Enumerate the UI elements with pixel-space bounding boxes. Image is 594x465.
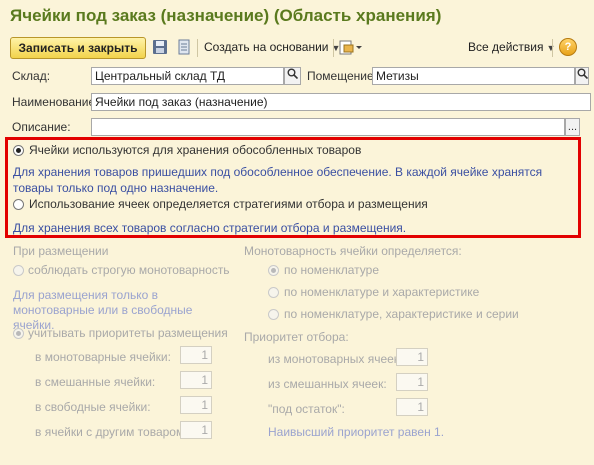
consider-priorities-radio[interactable]: [13, 328, 24, 339]
usage-option2-hint: Для хранения всех товаров согласно страт…: [13, 221, 407, 235]
monotony-opt2-label[interactable]: по номенклатуре и характеристике: [284, 285, 479, 299]
placement-mono-input[interactable]: 1: [180, 346, 212, 364]
create-based-on-label: Создать на основании: [204, 40, 329, 54]
document-list-icon[interactable]: [176, 39, 192, 55]
all-actions-menu[interactable]: Все действия ▼: [468, 40, 555, 54]
monotony-opt1-radio[interactable]: [268, 265, 279, 276]
placement-other-input[interactable]: 1: [180, 421, 212, 439]
picking-mono-label: из монотоварных ячеек:: [268, 352, 403, 366]
name-label: Наименование:: [12, 95, 99, 109]
warehouse-field[interactable]: Центральный склад ТД: [91, 67, 284, 85]
monotony-opt3-label[interactable]: по номенклатуре, характеристике и серии: [284, 307, 519, 321]
picking-remainder-input[interactable]: 1: [396, 398, 428, 416]
description-select-button[interactable]: ...: [565, 118, 580, 136]
help-button[interactable]: ?: [559, 38, 577, 56]
placement-header: При размещении: [13, 244, 109, 258]
strict-monotony-radio[interactable]: [13, 265, 24, 276]
picking-mono-input[interactable]: 1: [396, 348, 428, 366]
usage-option1-hint: Для хранения товаров пришедших под обосо…: [13, 165, 543, 195]
monotony-opt3-radio[interactable]: [268, 309, 279, 320]
usage-option2-radio[interactable]: [13, 199, 24, 210]
chevron-down-icon: ▼: [546, 43, 556, 53]
usage-option2-label[interactable]: Использование ячеек определяется стратег…: [29, 197, 428, 211]
save-icon[interactable]: [152, 39, 168, 55]
room-search-button[interactable]: [575, 67, 589, 85]
placement-mixed-label: в смешанные ячейки:: [35, 375, 156, 389]
picking-header: Приоритет отбора:: [244, 330, 349, 344]
monotony-opt2-radio[interactable]: [268, 287, 279, 298]
window-title: Ячейки под заказ (назначение) (Область х…: [10, 6, 442, 25]
picking-mixed-input[interactable]: 1: [396, 373, 428, 391]
warehouse-search-button[interactable]: [284, 67, 301, 85]
placement-free-input[interactable]: 1: [180, 396, 212, 414]
placement-mixed-input[interactable]: 1: [180, 371, 212, 389]
placement-free-label: в свободные ячейки:: [35, 400, 151, 414]
usage-option1-label[interactable]: Ячейки используются для хранения обособл…: [29, 143, 361, 157]
description-label: Описание:: [12, 120, 71, 134]
consider-priorities-label[interactable]: учитывать приоритеты размещения: [28, 326, 228, 340]
description-field[interactable]: [91, 118, 565, 136]
name-field[interactable]: Ячейки под заказ (назначение): [91, 93, 591, 111]
monotony-header: Монотоварность ячейки определяется:: [244, 244, 462, 258]
picking-remainder-label: "под остаток":: [268, 402, 345, 416]
warehouse-label: Склад:: [12, 69, 51, 83]
room-label: Помещение:: [307, 69, 377, 83]
monotony-opt1-label[interactable]: по номенклатуре: [284, 263, 379, 277]
usage-option1-radio[interactable]: [13, 145, 24, 156]
picking-hint: Наивысший приоритет равен 1.: [268, 425, 445, 439]
toolbar: Записать и закрыть Создать на основании ▼…: [0, 36, 594, 60]
save-and-close-button[interactable]: Записать и закрыть: [10, 37, 146, 59]
magnifier-icon: [287, 68, 299, 80]
picking-mixed-label: из смешанных ячеек:: [268, 377, 387, 391]
magnifier-icon: [577, 68, 588, 80]
strict-monotony-label[interactable]: соблюдать строгую монотоварность: [28, 263, 230, 277]
room-field[interactable]: Метизы: [372, 67, 575, 85]
placement-mono-label: в монотоварные ячейки:: [35, 350, 171, 364]
create-based-on-menu[interactable]: Создать на основании ▼: [204, 40, 340, 54]
all-actions-label: Все действия: [468, 40, 544, 54]
print-icon[interactable]: [339, 39, 363, 55]
placement-other-label: в ячейки с другим товаром:: [35, 425, 188, 439]
